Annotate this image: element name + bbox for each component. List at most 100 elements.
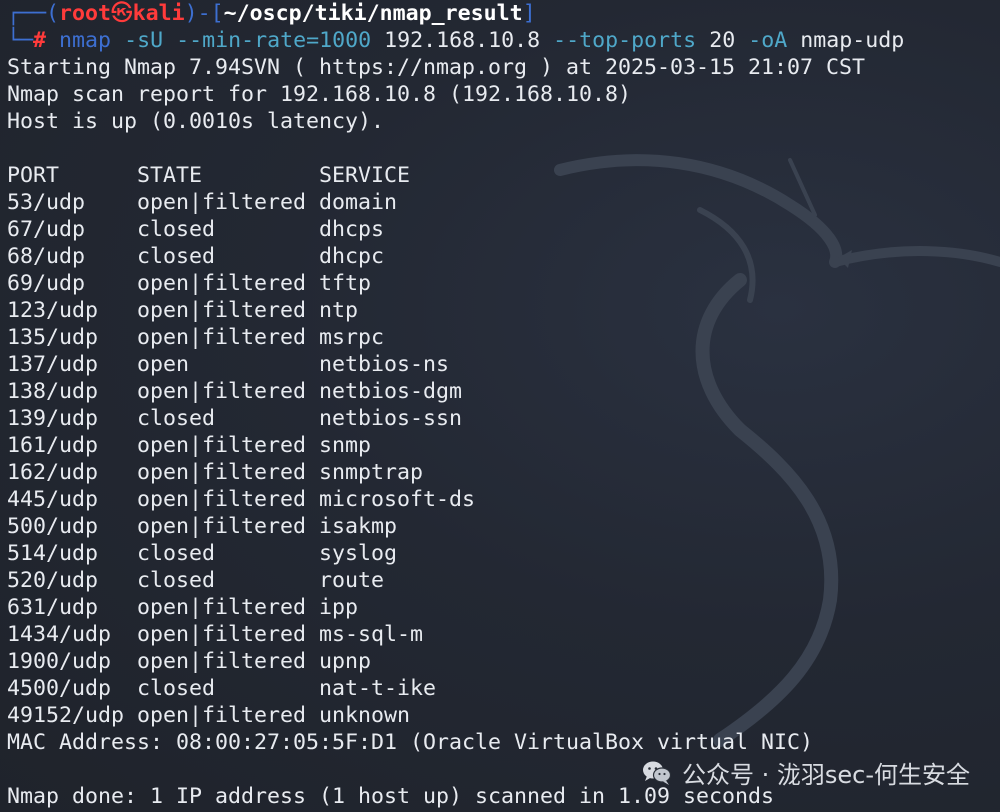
table-row: 138/udp open|filtered netbios-dgm [7, 378, 1000, 405]
service-cell: dhcpc [319, 244, 385, 269]
service-cell: netbios-ns [319, 352, 450, 377]
port-cell: 631/udp [7, 595, 99, 620]
command-target: 192.168.10.8 [384, 28, 541, 53]
service-cell: snmp [319, 433, 372, 458]
port-cell: 445/udp [7, 487, 99, 512]
service-cell: isakmp [319, 514, 398, 539]
terminal-output: ┌──(root㉿kali)-[~/oscp/tiki/nmap_result]… [7, 0, 1000, 810]
header-port: PORT [7, 163, 60, 188]
command-flag-min-rate: --min-rate=1000 [176, 28, 372, 53]
service-cell: ntp [319, 298, 359, 323]
state-cell: closed [137, 217, 216, 242]
table-row: 1900/udp open|filtered upnp [7, 648, 1000, 675]
service-cell: dhcps [319, 217, 385, 242]
state-cell: closed [137, 676, 216, 701]
table-row: 514/udp closed syslog [7, 540, 1000, 567]
watermark: 公众号 · 泷羽sec-何生安全 [642, 755, 970, 790]
state-cell: open|filtered [137, 595, 307, 620]
table-row: 123/udp open|filtered ntp [7, 297, 1000, 324]
state-cell: open|filtered [137, 622, 307, 647]
table-row: 500/udp open|filtered isakmp [7, 513, 1000, 540]
service-cell: tftp [319, 271, 372, 296]
prompt-frame-mid: )-[ [184, 1, 224, 26]
port-cell: 53/udp [7, 190, 86, 215]
table-row: 137/udp open netbios-ns [7, 351, 1000, 378]
ports-header: PORT STATE SERVICE [7, 162, 1000, 189]
state-cell: open [137, 352, 190, 377]
output-start-line: Starting Nmap 7.94SVN ( https://nmap.org… [7, 55, 866, 80]
state-cell: closed [137, 406, 216, 431]
skull-icon: ㉿ [111, 1, 133, 26]
service-cell: ms-sql-m [319, 622, 424, 647]
table-row: 631/udp open|filtered ipp [7, 594, 1000, 621]
service-cell: ipp [319, 595, 359, 620]
wechat-icon [642, 761, 672, 785]
state-cell: closed [137, 568, 216, 593]
port-cell: 500/udp [7, 514, 99, 539]
port-cell: 1434/udp [7, 622, 112, 647]
port-cell: 68/udp [7, 244, 86, 269]
service-cell: upnp [319, 649, 372, 674]
prompt-path: ~/oscp/tiki/nmap_result [223, 1, 523, 26]
header-service: SERVICE [319, 163, 411, 188]
state-cell: open|filtered [137, 271, 307, 296]
command-line[interactable]: └─# nmap -sU --min-rate=1000 192.168.10.… [7, 27, 1000, 54]
command-output-name: nmap-udp [800, 28, 905, 53]
table-row: 4500/udp closed nat-t-ike [7, 675, 1000, 702]
port-cell: 67/udp [7, 217, 86, 242]
header-state: STATE [137, 163, 203, 188]
port-cell: 1900/udp [7, 649, 112, 674]
port-cell: 4500/udp [7, 676, 112, 701]
output-report-line: Nmap scan report for 192.168.10.8 (192.1… [7, 82, 632, 107]
port-cell: 69/udp [7, 271, 86, 296]
service-cell: syslog [319, 541, 398, 566]
state-cell: open|filtered [137, 325, 307, 350]
port-table: 53/udp open|filtered domain 67/udp closed dhc… [7, 189, 1000, 729]
command-program: nmap [59, 28, 112, 53]
table-row: 520/udp closed route [7, 567, 1000, 594]
port-cell: 123/udp [7, 298, 99, 323]
table-row: 161/udp open|filtered snmp [7, 432, 1000, 459]
command-flag-oa: -oA [748, 28, 788, 53]
port-cell: 139/udp [7, 406, 99, 431]
port-cell: 514/udp [7, 541, 99, 566]
prompt-frame-bottom: └─ [7, 28, 34, 53]
table-row: 53/udp open|filtered domain [7, 189, 1000, 216]
state-cell: open|filtered [137, 379, 307, 404]
state-cell: open|filtered [137, 190, 307, 215]
state-cell: open|filtered [137, 514, 307, 539]
port-cell: 137/udp [7, 352, 99, 377]
state-cell: open|filtered [137, 298, 307, 323]
command-flag-su: -sU [124, 28, 164, 53]
port-cell: 138/udp [7, 379, 99, 404]
table-row: 162/udp open|filtered snmptrap [7, 459, 1000, 486]
command-flag-top-ports: --top-ports [553, 28, 697, 53]
port-cell: 161/udp [7, 433, 99, 458]
service-cell: route [319, 568, 385, 593]
table-row: 445/udp open|filtered microsoft-ds [7, 486, 1000, 513]
port-cell: 520/udp [7, 568, 99, 593]
table-row: 67/udp closed dhcps [7, 216, 1000, 243]
table-row: 139/udp closed netbios-ssn [7, 405, 1000, 432]
prompt-hash: # [33, 28, 47, 53]
state-cell: closed [137, 541, 216, 566]
prompt-host: kali [132, 1, 185, 26]
terminal-window[interactable]: ┌──(root㉿kali)-[~/oscp/tiki/nmap_result]… [0, 0, 1000, 812]
command-top-ports-value: 20 [709, 28, 736, 53]
prompt-frame-top: ┌──( [7, 1, 60, 26]
state-cell: closed [137, 244, 216, 269]
table-row: 68/udp closed dhcpc [7, 243, 1000, 270]
port-cell: 49152/udp [7, 703, 125, 728]
state-cell: open|filtered [137, 649, 307, 674]
service-cell: msrpc [319, 325, 385, 350]
output-hostup-line: Host is up (0.0010s latency). [7, 109, 385, 134]
service-cell: snmptrap [319, 460, 424, 485]
port-cell: 162/udp [7, 460, 99, 485]
prompt-frame-end: ] [522, 1, 536, 26]
output-mac-line: MAC Address: 08:00:27:05:5F:D1 (Oracle V… [7, 730, 814, 755]
service-cell: netbios-ssn [319, 406, 463, 431]
state-cell: open|filtered [137, 460, 307, 485]
watermark-text: 公众号 · 泷羽sec-何生安全 [681, 761, 970, 789]
service-cell: netbios-dgm [319, 379, 463, 404]
